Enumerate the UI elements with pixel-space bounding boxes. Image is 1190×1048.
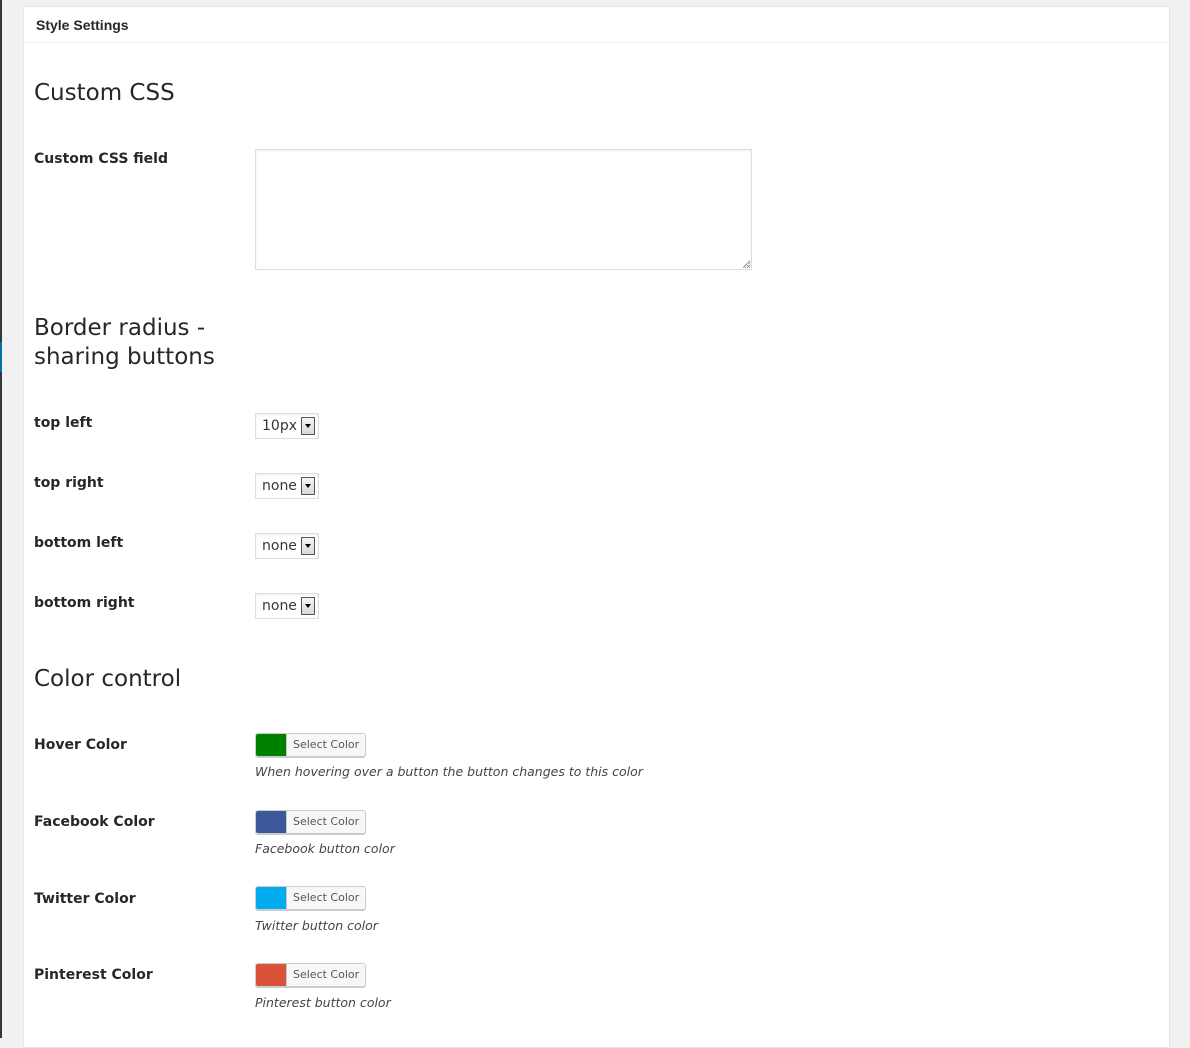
pinterest-color-description: Pinterest button color [255, 995, 391, 1010]
admin-menu-active-indicator [0, 342, 2, 372]
twitter-color-description: Twitter button color [255, 918, 378, 933]
admin-menu-edge [0, 0, 2, 1038]
top-right-select[interactable]: none [255, 473, 319, 499]
hover-color-description: When hovering over a button the button c… [255, 764, 643, 779]
chevron-down-icon [301, 537, 315, 555]
twitter-color-swatch[interactable] [256, 887, 286, 909]
facebook-color-picker[interactable]: Select Color [255, 810, 367, 834]
hover-color-label: Hover Color [34, 737, 127, 753]
pinterest-color-picker[interactable]: Select Color [255, 963, 367, 987]
custom-css-heading: Custom CSS [34, 80, 175, 106]
facebook-color-swatch[interactable] [256, 811, 286, 833]
twitter-color-label: Twitter Color [34, 891, 136, 907]
bottom-right-value: none [262, 598, 297, 614]
bottom-right-select[interactable]: none [255, 593, 319, 619]
border-radius-heading: Border radius - sharing buttons [34, 314, 215, 372]
top-right-label: top right [34, 475, 104, 491]
hover-color-swatch[interactable] [256, 734, 286, 756]
pinterest-color-swatch[interactable] [256, 964, 286, 986]
bottom-left-select[interactable]: none [255, 533, 319, 559]
pinterest-color-label: Pinterest Color [34, 967, 153, 983]
panel-title: Style Settings [36, 16, 129, 33]
facebook-select-color-button[interactable]: Select Color [286, 811, 366, 833]
chevron-down-icon [301, 417, 315, 435]
facebook-color-description: Facebook button color [255, 841, 395, 856]
bottom-left-value: none [262, 538, 297, 554]
pinterest-select-color-button[interactable]: Select Color [286, 964, 366, 986]
bottom-left-label: bottom left [34, 535, 124, 551]
hover-color-picker[interactable]: Select Color [255, 733, 367, 757]
chevron-down-icon [301, 597, 315, 615]
hover-select-color-button[interactable]: Select Color [286, 734, 366, 756]
bottom-right-label: bottom right [34, 595, 135, 611]
custom-css-textarea[interactable] [255, 149, 752, 270]
custom-css-field-label: Custom CSS field [34, 151, 168, 167]
color-control-heading: Color control [34, 666, 182, 692]
panel-header: Style Settings [24, 7, 1169, 43]
top-left-value: 10px [262, 418, 297, 434]
twitter-color-picker[interactable]: Select Color [255, 886, 367, 910]
chevron-down-icon [301, 477, 315, 495]
top-right-value: none [262, 478, 297, 494]
top-left-label: top left [34, 415, 93, 431]
top-left-select[interactable]: 10px [255, 413, 319, 439]
style-settings-panel: Style Settings Custom CSS Custom CSS fie… [23, 6, 1170, 1048]
facebook-color-label: Facebook Color [34, 814, 155, 830]
twitter-select-color-button[interactable]: Select Color [286, 887, 366, 909]
border-radius-heading-line2: sharing buttons [34, 344, 215, 370]
border-radius-heading-line1: Border radius - [34, 315, 206, 341]
